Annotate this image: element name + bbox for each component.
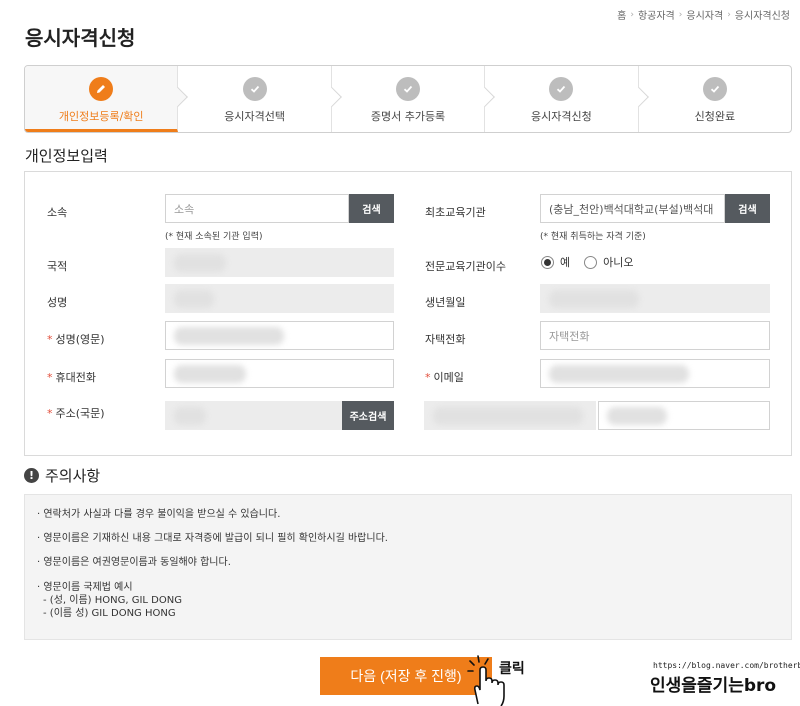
breadcrumb-aviation[interactable]: 항공자격 <box>638 7 675 22</box>
exclamation-icon: ! <box>24 468 39 483</box>
step-apply: 응시자격신청 <box>485 66 649 132</box>
progress-stepper: 개인정보등록/확인 응시자격선택 증명서 추가등록 응시자격신청 신청완료 <box>24 65 792 133</box>
required-mark: * <box>47 407 53 420</box>
notice-example: - (이름 성) GIL DONG HONG <box>43 608 176 619</box>
affiliation-placeholder: 소속 <box>174 202 195 216</box>
mobile-input[interactable] <box>165 359 394 388</box>
breadcrumb: 홈 › 항공자격 › 응시자격 › 응시자격신청 <box>617 7 790 23</box>
radio-no[interactable] <box>584 255 598 269</box>
step-personal-info: 개인정보등록/확인 <box>25 66 189 132</box>
click-annotation: 클릭 <box>499 661 525 677</box>
zip-field <box>165 401 342 430</box>
personal-info-form: 소속 소속 검색 (* 현재 소속된 기관 입력) 최초교육기관 (충남_천안)… <box>24 171 792 456</box>
step-add-certificate: 증명서 추가등록 <box>332 66 496 132</box>
birth-label: 생년월일 <box>425 296 466 309</box>
check-icon <box>242 77 267 101</box>
notice-example: - (성, 이름) HONG, GIL DONG <box>43 595 182 606</box>
step-complete: 신청완료 <box>639 66 791 132</box>
redacted-value <box>174 406 206 425</box>
specialized-edu-radio-group: 예 아니오 <box>541 254 634 270</box>
notice-item: · 영문이름은 여권영문이름과 동일해야 합니다. <box>37 557 231 568</box>
blog-url-watermark: https://blog.naver.com/brotherb <box>653 661 800 670</box>
section-title: 개인정보입력 <box>25 147 108 165</box>
affiliation-label: 소속 <box>47 206 68 219</box>
chevron-right-icon: › <box>678 9 683 20</box>
redacted-value <box>607 406 667 425</box>
step-select-qualification: 응시자격선택 <box>178 66 342 132</box>
redacted-value <box>174 253 226 272</box>
breadcrumb-current: 응시자격신청 <box>734 11 790 22</box>
step-label: 개인정보등록/확인 <box>58 110 144 123</box>
notice-title: ! 주의사항 <box>24 465 100 486</box>
address-search-button[interactable]: 주소검색 <box>342 401 394 430</box>
mobile-label: * 휴대전화 <box>47 369 96 385</box>
notice-box: · 연락처가 사실과 다를 경우 불이익을 받으실 수 있습니다. · 영문이름… <box>24 494 792 640</box>
step-label: 신청완료 <box>694 110 736 123</box>
home-phone-placeholder: 자택전화 <box>549 329 590 343</box>
redacted-value <box>433 406 583 425</box>
affiliation-input[interactable]: 소속 <box>165 194 349 223</box>
affiliation-hint: (* 현재 소속된 기관 입력) <box>165 232 263 242</box>
step-label: 응시자격선택 <box>224 110 285 123</box>
home-phone-input[interactable]: 자택전화 <box>540 321 770 350</box>
radio-no-label: 아니오 <box>603 256 634 269</box>
redacted-value <box>549 364 689 383</box>
first-edu-value: (충남_천안)백석대학교(부설)백석대 <box>549 202 714 216</box>
chevron-right-icon: › <box>630 9 634 20</box>
name-en-input[interactable] <box>165 321 394 350</box>
notice-item: · 연락처가 사실과 다를 경우 불이익을 받으실 수 있습니다. <box>37 509 281 520</box>
address-label: * 주소(국문) <box>47 405 105 421</box>
name-field <box>165 284 394 313</box>
radio-yes[interactable] <box>541 255 554 269</box>
redacted-value <box>549 289 639 308</box>
first-edu-search-button[interactable]: 검색 <box>725 194 770 223</box>
step-label: 증명서 추가등록 <box>370 110 446 123</box>
redacted-value <box>174 289 214 308</box>
birth-field <box>540 284 770 313</box>
chevron-right-icon: › <box>727 9 731 20</box>
check-icon <box>702 77 727 101</box>
pencil-icon <box>89 77 114 101</box>
notice-title-text: 주의사항 <box>45 467 101 485</box>
notice-item: · 영문이름은 기재하신 내용 그대로 자격증에 발급이 되니 필히 확인하시길… <box>37 533 388 544</box>
first-edu-hint: (* 현재 취득하는 자격 기준) <box>540 232 646 242</box>
required-mark: * <box>47 333 53 346</box>
name-label: 성명 <box>47 296 68 309</box>
check-icon <box>396 77 421 101</box>
email-label: * 이메일 <box>425 369 464 385</box>
required-mark: * <box>47 371 53 384</box>
required-mark: * <box>425 371 431 384</box>
page-title: 응시자격신청 <box>25 26 136 50</box>
address-field <box>424 401 596 430</box>
email-input[interactable] <box>540 359 770 388</box>
first-edu-label: 최초교육기관 <box>425 206 486 219</box>
home-phone-label: 자택전화 <box>425 333 466 346</box>
blog-name-watermark: 인생을즐기는bro <box>650 676 777 696</box>
first-edu-input[interactable]: (충남_천안)백석대학교(부설)백석대 <box>540 194 725 223</box>
breadcrumb-qualification[interactable]: 응시자격 <box>686 7 723 22</box>
check-icon <box>549 77 574 101</box>
nationality-field <box>165 248 394 277</box>
name-en-label-text: 성명(영문) <box>55 333 105 346</box>
mobile-label-text: 휴대전화 <box>55 371 96 384</box>
address-detail-input[interactable] <box>598 401 770 430</box>
name-en-label: * 성명(영문) <box>47 331 105 347</box>
address-label-text: 주소(국문) <box>55 407 105 420</box>
affiliation-search-button[interactable]: 검색 <box>349 194 394 223</box>
nationality-label: 국적 <box>47 260 68 273</box>
radio-yes-label: 예 <box>560 256 571 269</box>
specialized-edu-label: 전문교육기관이수 <box>425 260 506 273</box>
email-label-text: 이메일 <box>433 371 464 384</box>
redacted-value <box>174 364 246 383</box>
redacted-value <box>174 326 284 345</box>
step-label: 응시자격신청 <box>531 110 592 123</box>
notice-example-title: · 영문이름 국제법 예시 <box>37 582 133 593</box>
breadcrumb-home[interactable]: 홈 <box>617 7 626 22</box>
